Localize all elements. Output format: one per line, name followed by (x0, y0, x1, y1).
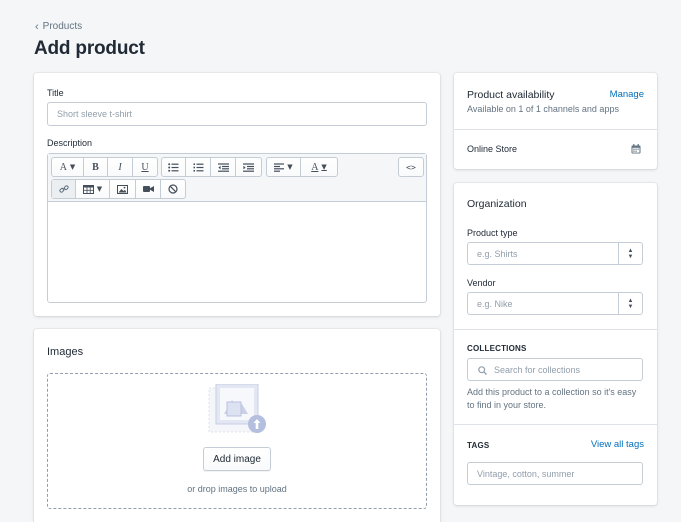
add-image-button[interactable]: Add image (203, 447, 271, 471)
vendor-placeholder: e.g. Nike (477, 298, 513, 309)
caret-down-icon: ▼ (321, 163, 327, 171)
align-left-icon (274, 162, 285, 172)
insert-group: ▼ (51, 179, 186, 199)
drop-images-hint: or drop images to upload (187, 484, 287, 494)
collections-search-input[interactable]: Search for collections (467, 358, 643, 381)
text-format-group: A ▼ B I U (51, 157, 158, 177)
underline-button[interactable]: U (133, 158, 157, 176)
chevron-left-icon: ‹ (35, 20, 39, 33)
description-label: Description (47, 138, 93, 148)
table-dropdown[interactable]: ▼ (76, 180, 110, 198)
underline-icon: U (141, 161, 149, 173)
breadcrumb[interactable]: ‹ Products (35, 21, 82, 32)
organization-title: Organization (467, 198, 527, 210)
tags-input[interactable]: Vintage, cotton, summer (467, 462, 643, 485)
collections-heading: COLLECTIONS (467, 344, 527, 353)
title-input[interactable]: Short sleeve t-shirt (47, 102, 427, 126)
description-textarea[interactable] (48, 202, 426, 302)
organization-card: Organization Product type e.g. Shirts ▲ ▼… (454, 183, 657, 505)
align-dropdown[interactable]: ▼ (267, 158, 301, 176)
video-icon (142, 186, 154, 192)
table-icon (82, 184, 94, 194)
insert-image-button[interactable] (110, 180, 136, 198)
outdent-button[interactable] (211, 158, 236, 176)
indent-icon (243, 162, 254, 172)
online-store-channel-label: Online Store (467, 144, 518, 154)
availability-title: Product availability (467, 89, 555, 101)
italic-icon: I (118, 161, 122, 173)
images-title: Images (47, 346, 84, 358)
vendor-select[interactable]: e.g. Nike ▲ ▼ (467, 292, 643, 315)
availability-divider (454, 129, 657, 130)
calendar-icon[interactable] (631, 144, 641, 154)
caret-down-icon: ▼ (287, 163, 293, 171)
html-view-button[interactable]: <> (399, 158, 423, 176)
text-color-dropdown[interactable]: A ▼ (301, 158, 337, 176)
vendor-label: Vendor (467, 278, 496, 288)
numbered-list-button[interactable] (186, 158, 211, 176)
bold-icon: B (92, 161, 99, 173)
availability-subtitle: Available on 1 of 1 channels and apps (467, 104, 619, 114)
html-group: <> (398, 157, 424, 177)
product-type-placeholder: e.g. Shirts (477, 248, 518, 259)
italic-button[interactable]: I (108, 158, 133, 176)
list-group (161, 157, 262, 177)
breadcrumb-products-link[interactable]: Products (43, 21, 82, 32)
caret-down-icon: ▼ (96, 185, 103, 193)
font-style-dropdown[interactable]: A ▼ (52, 158, 84, 176)
title-label: Title (47, 88, 64, 98)
numbered-list-icon (193, 162, 203, 172)
manage-channels-link[interactable]: Manage (610, 89, 644, 100)
tags-placeholder: Vintage, cotton, summer (477, 468, 575, 479)
page-title: Add product (34, 38, 145, 59)
clear-formatting-icon (168, 184, 178, 194)
add-image-button-label: Add image (213, 453, 261, 465)
align-color-group: ▼ A ▼ (266, 157, 338, 177)
product-details-card: Title Short sleeve t-shirt Description A… (34, 73, 440, 316)
bold-button[interactable]: B (84, 158, 108, 176)
link-icon (58, 185, 69, 193)
select-arrows-icon: ▲ ▼ (618, 293, 642, 314)
text-color-icon: A (311, 161, 319, 173)
product-type-select[interactable]: e.g. Shirts ▲ ▼ (467, 242, 643, 265)
product-type-label: Product type (467, 228, 518, 238)
insert-video-button[interactable] (136, 180, 161, 198)
image-upload-illustration-icon (208, 384, 266, 433)
tags-heading: TAGS (467, 441, 490, 450)
code-icon: <> (406, 162, 416, 172)
caret-down-icon: ▼ (69, 163, 76, 171)
editor-toolbar: A ▼ B I U ▼ A ▼ <> ▼ (48, 154, 426, 202)
image-dropzone[interactable]: Add image or drop images to upload (47, 373, 427, 509)
bullet-list-icon (168, 162, 179, 172)
description-editor: A ▼ B I U ▼ A ▼ <> ▼ (47, 153, 427, 303)
title-input-placeholder: Short sleeve t-shirt (57, 109, 133, 119)
image-icon (117, 184, 128, 194)
search-icon (478, 366, 487, 375)
select-arrows-icon: ▲ ▼ (618, 243, 642, 264)
view-all-tags-link[interactable]: View all tags (591, 439, 644, 450)
product-availability-card: Product availability Manage Available on… (454, 73, 657, 169)
collections-help-text: Add this product to a collection so it's… (467, 387, 637, 410)
images-card: Images Add image or drop images to uploa… (34, 329, 440, 522)
clear-formatting-button[interactable] (161, 180, 185, 198)
font-icon: A (59, 161, 67, 173)
collections-divider (454, 424, 657, 425)
bullet-list-button[interactable] (162, 158, 186, 176)
collections-search-placeholder: Search for collections (494, 364, 581, 375)
outdent-icon (217, 162, 229, 172)
link-button[interactable] (52, 180, 76, 198)
indent-button[interactable] (236, 158, 261, 176)
organization-divider (454, 329, 657, 330)
